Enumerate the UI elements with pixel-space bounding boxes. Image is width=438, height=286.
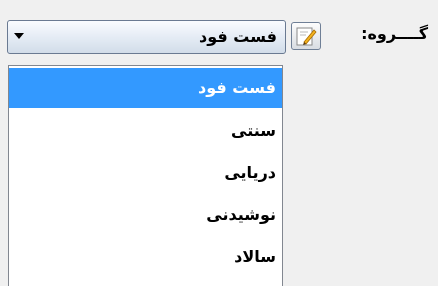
dropdown-option-drinks[interactable]: نوشیدنی [9, 194, 282, 236]
dropdown-option-traditional[interactable]: سنتی [9, 110, 282, 152]
chevron-down-icon[interactable] [14, 33, 24, 39]
dropdown-option-salad[interactable]: سالاد [9, 236, 282, 278]
dropdown-option-seafood[interactable]: دریایی [9, 152, 282, 194]
combobox-selected-value: فست فود [199, 27, 277, 46]
edit-group-button[interactable] [291, 22, 321, 50]
group-dropdown-list[interactable]: فست فود سنتی دریایی نوشیدنی سالاد [8, 65, 283, 286]
group-combobox[interactable]: فست فود [7, 20, 286, 54]
group-label: گــــروه: [361, 24, 428, 43]
dropdown-option-fast-food[interactable]: فست فود [9, 68, 282, 108]
edit-pencil-icon [296, 27, 317, 46]
